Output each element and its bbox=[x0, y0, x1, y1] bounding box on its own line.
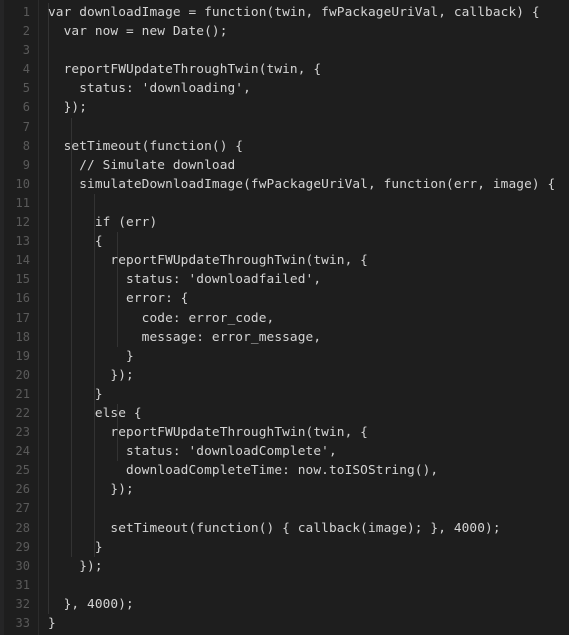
line-number: 9 bbox=[22, 157, 30, 172]
code-line[interactable]: }); bbox=[48, 557, 569, 576]
code-line[interactable]: error: { bbox=[48, 289, 569, 308]
code-line[interactable]: status: 'downloadfailed', bbox=[48, 270, 569, 289]
code-line[interactable]: reportFWUpdateThroughTwin(twin, { bbox=[48, 423, 569, 442]
line-number: 30 bbox=[15, 558, 30, 573]
code-line[interactable] bbox=[48, 41, 569, 60]
line-number-gutter[interactable]: 1 2 3 4 5 6 7 8 9 10 11 12 13 14 15 16 17 18 19 20 21 22 23 24 2… bbox=[0, 3, 38, 634]
line-number: 31 bbox=[15, 577, 30, 592]
line-number: 11 bbox=[15, 195, 30, 210]
line-number: 8 bbox=[22, 138, 30, 153]
code-line[interactable]: code: error_code, bbox=[48, 309, 569, 328]
code-line[interactable]: if (err) bbox=[48, 213, 569, 232]
line-number: 3 bbox=[22, 43, 30, 58]
code-line[interactable]: }); bbox=[48, 366, 569, 385]
code-line[interactable]: } bbox=[48, 347, 569, 366]
gutter-separator bbox=[38, 0, 39, 635]
code-editor[interactable]: 1 2 3 4 5 6 7 8 9 10 11 12 13 14 15 16 17 18 19 20 21 22 23 24 2… bbox=[0, 0, 569, 635]
code-line[interactable]: { bbox=[48, 232, 569, 251]
line-number: 24 bbox=[15, 444, 30, 459]
line-number: 26 bbox=[15, 482, 30, 497]
line-number: 29 bbox=[15, 539, 30, 554]
code-line[interactable]: status: 'downloading', bbox=[48, 79, 569, 98]
line-number: 15 bbox=[15, 272, 30, 287]
code-line[interactable]: } bbox=[48, 538, 569, 557]
code-lines[interactable]: var downloadImage = function(twin, fwPac… bbox=[38, 3, 569, 633]
line-number: 18 bbox=[15, 329, 30, 344]
code-line[interactable]: // Simulate download bbox=[48, 156, 569, 175]
code-line[interactable]: setTimeout(function() { bbox=[48, 137, 569, 156]
code-line[interactable]: var now = new Date(); bbox=[48, 22, 569, 41]
code-line[interactable] bbox=[48, 118, 569, 137]
code-line[interactable]: setTimeout(function() { callback(image);… bbox=[48, 519, 569, 538]
line-number: 22 bbox=[15, 405, 30, 420]
line-number: 28 bbox=[15, 520, 30, 535]
code-line[interactable] bbox=[48, 194, 569, 213]
code-line[interactable]: }); bbox=[48, 98, 569, 117]
code-line[interactable]: } bbox=[48, 385, 569, 404]
line-number: 32 bbox=[15, 596, 30, 611]
code-line[interactable]: reportFWUpdateThroughTwin(twin, { bbox=[48, 251, 569, 270]
line-number: 10 bbox=[15, 176, 30, 191]
line-number: 4 bbox=[22, 62, 30, 77]
line-number: 27 bbox=[15, 501, 30, 516]
line-number: 14 bbox=[15, 253, 30, 268]
line-number: 23 bbox=[15, 425, 30, 440]
line-number: 25 bbox=[15, 463, 30, 478]
editor-left-edge-strip bbox=[0, 0, 4, 635]
code-line[interactable]: }); bbox=[48, 480, 569, 499]
line-number: 13 bbox=[15, 234, 30, 249]
line-number: 21 bbox=[15, 386, 30, 401]
line-number: 1 bbox=[22, 5, 30, 19]
code-line[interactable]: message: error_message, bbox=[48, 328, 569, 347]
code-line[interactable] bbox=[48, 499, 569, 518]
line-number: 20 bbox=[15, 367, 30, 382]
code-line[interactable]: else { bbox=[48, 404, 569, 423]
line-number: 16 bbox=[15, 291, 30, 306]
line-number: 7 bbox=[22, 119, 30, 134]
line-number: 6 bbox=[22, 100, 30, 115]
code-area[interactable]: 1 2 3 4 5 6 7 8 9 10 11 12 13 14 15 16 17 18 19 20 21 22 23 24 2… bbox=[0, 0, 569, 635]
line-number: 17 bbox=[15, 310, 30, 325]
code-line[interactable]: } bbox=[48, 614, 569, 633]
code-line[interactable]: var downloadImage = function(twin, fwPac… bbox=[48, 3, 569, 22]
code-line[interactable]: status: 'downloadComplete', bbox=[48, 442, 569, 461]
code-line[interactable] bbox=[48, 576, 569, 595]
line-number: 12 bbox=[15, 215, 30, 230]
code-line[interactable]: }, 4000); bbox=[48, 595, 569, 614]
line-number: 33 bbox=[15, 616, 30, 630]
code-line[interactable]: downloadCompleteTime: now.toISOString(), bbox=[48, 461, 569, 480]
line-number: 19 bbox=[15, 348, 30, 363]
line-number: 5 bbox=[22, 81, 30, 96]
code-line[interactable]: reportFWUpdateThroughTwin(twin, { bbox=[48, 60, 569, 79]
code-line[interactable]: simulateDownloadImage(fwPackageUriVal, f… bbox=[48, 175, 569, 194]
line-number: 2 bbox=[22, 24, 30, 39]
